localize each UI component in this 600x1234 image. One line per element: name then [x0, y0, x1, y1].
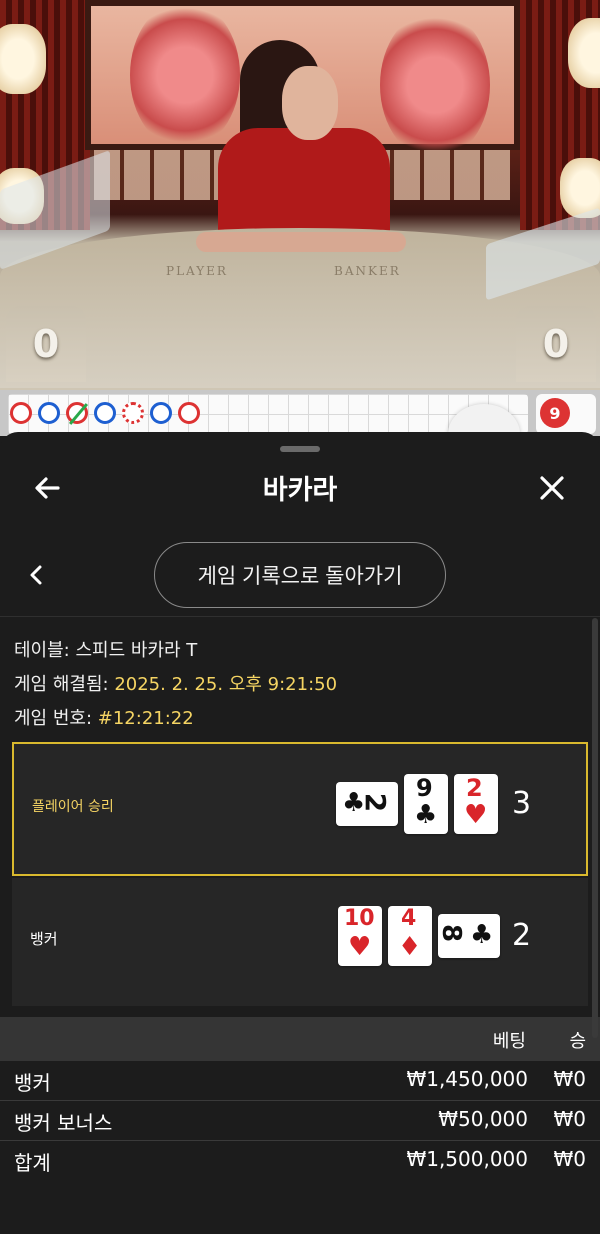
road-dot-banker — [10, 402, 32, 424]
resolved-value: 2025. 2. 25. 오후 9:21:50 — [114, 674, 338, 695]
banker-total: 2 — [512, 918, 532, 953]
player-total: 3 — [512, 786, 532, 821]
playing-card: 2 ♥ — [454, 774, 498, 834]
road-dot-banker — [122, 402, 144, 424]
bets-table: 베팅 승 뱅커 ₩1,450,000 ₩0 뱅커 보너스 ₩50,000 ₩0 … — [0, 1017, 600, 1181]
bet-name: 합계 — [14, 1151, 51, 1175]
player-score-display: 0 — [6, 306, 86, 382]
banker-score-display: 0 — [516, 306, 596, 382]
table-row: 뱅커 보너스 ₩50,000 ₩0 — [0, 1101, 600, 1141]
win-column-header: 승 — [569, 1031, 586, 1052]
road-dot-player — [38, 402, 60, 424]
history-subnav: 게임 기록으로 돌아가기 — [0, 540, 600, 610]
road-board: 9 — [0, 390, 600, 464]
bet-win: ₩0 — [553, 1147, 587, 1171]
game-number-label: 게임 번호: — [14, 708, 93, 729]
card-rank: 9 — [416, 774, 433, 802]
player-result-panel: 플레이어 승리 ♣ 2 9 ♣ 2 ♥ 3 — [12, 742, 588, 876]
dealer-arms — [196, 232, 406, 252]
table-label: 테이블: — [14, 640, 70, 661]
bet-name: 뱅커 보너스 — [14, 1111, 113, 1135]
playing-card: 8 ♣ — [436, 914, 500, 958]
playing-card: 4 ♦ — [388, 906, 432, 966]
player-result-label: 플레이어 승리 — [32, 799, 114, 815]
table-row: 뱅커 ₩1,450,000 ₩0 — [0, 1061, 600, 1101]
bet-amount: ₩1,450,000 — [406, 1067, 528, 1091]
banker-result-panel: 뱅커 10 ♥ 4 ♦ 8 ♣ 2 — [12, 878, 588, 1006]
lantern — [568, 18, 600, 88]
divider — [0, 616, 600, 617]
card-rank: 2 — [466, 774, 483, 802]
close-icon[interactable] — [534, 470, 570, 506]
sheet-title: 바카라 — [262, 475, 338, 506]
bet-win: ₩0 — [553, 1067, 587, 1091]
banker-result-label: 뱅커 — [30, 930, 58, 948]
heart-suit-icon: ♥ — [348, 932, 372, 962]
lantern — [0, 24, 46, 94]
playing-card: 9 ♣ — [404, 774, 448, 834]
cherry-blossom — [380, 10, 490, 160]
heart-suit-icon: ♥ — [464, 800, 488, 830]
game-number-value: #12:21:22 — [97, 708, 194, 729]
card-rank: 4 — [401, 906, 417, 931]
bet-amount: ₩50,000 — [438, 1107, 528, 1131]
road-dot-banker — [178, 402, 200, 424]
club-suit-icon: ♣ — [470, 920, 494, 950]
felt-player-label: PLAYER — [166, 264, 228, 278]
player-cards: ♣ 2 9 ♣ 2 ♥ — [336, 774, 498, 834]
card-rank: 8 — [436, 923, 467, 943]
card-rank: 2 — [359, 792, 393, 813]
road-dot-banker-tie — [66, 402, 88, 424]
road-dot-player — [150, 402, 172, 424]
cherry-blossom — [130, 0, 240, 150]
playing-card: ♣ 2 — [336, 782, 398, 826]
bet-amount: ₩1,500,000 — [406, 1147, 528, 1171]
back-to-history-button[interactable]: 게임 기록으로 돌아가기 — [154, 542, 446, 608]
scrollbar[interactable] — [592, 618, 598, 1038]
table-row-total: 합계 ₩1,500,000 ₩0 — [0, 1141, 600, 1181]
card-rank: 10 — [344, 906, 375, 931]
felt-banker-label: BANKER — [334, 264, 401, 278]
resolved-info: 게임 해결됨: 2025. 2. 25. 오후 9:21:50 — [14, 670, 337, 696]
dealer-face — [282, 66, 338, 140]
bet-win: ₩0 — [553, 1107, 587, 1131]
bet-name: 뱅커 — [14, 1071, 51, 1095]
bet-column-header: 베팅 — [492, 1031, 526, 1052]
live-video-stream: PLAYER BANKER 0 0 — [0, 0, 600, 390]
chevron-left-icon[interactable] — [26, 564, 46, 586]
table-value: 스피드 바카라 T — [75, 640, 198, 661]
resolved-label: 게임 해결됨: — [14, 674, 109, 695]
banker-cards: 10 ♥ 4 ♦ 8 ♣ — [338, 906, 500, 966]
bets-table-header: 베팅 승 — [0, 1017, 600, 1061]
playing-card: 10 ♥ — [338, 906, 382, 966]
sheet-drag-handle[interactable] — [280, 446, 320, 452]
table-info: 테이블: 스피드 바카라 T — [14, 636, 197, 662]
club-suit-icon: ♣ — [414, 800, 438, 830]
road-result-badge: 9 — [540, 398, 570, 428]
diamond-suit-icon: ♦ — [398, 932, 422, 962]
road-dot-player — [94, 402, 116, 424]
game-number-info: 게임 번호: #12:21:22 — [14, 704, 194, 730]
sheet-header: 바카라 — [0, 460, 600, 516]
game-history-sheet: 바카라 게임 기록으로 돌아가기 테이블: 스피드 바카라 T 게임 해결됨: … — [0, 432, 600, 1234]
